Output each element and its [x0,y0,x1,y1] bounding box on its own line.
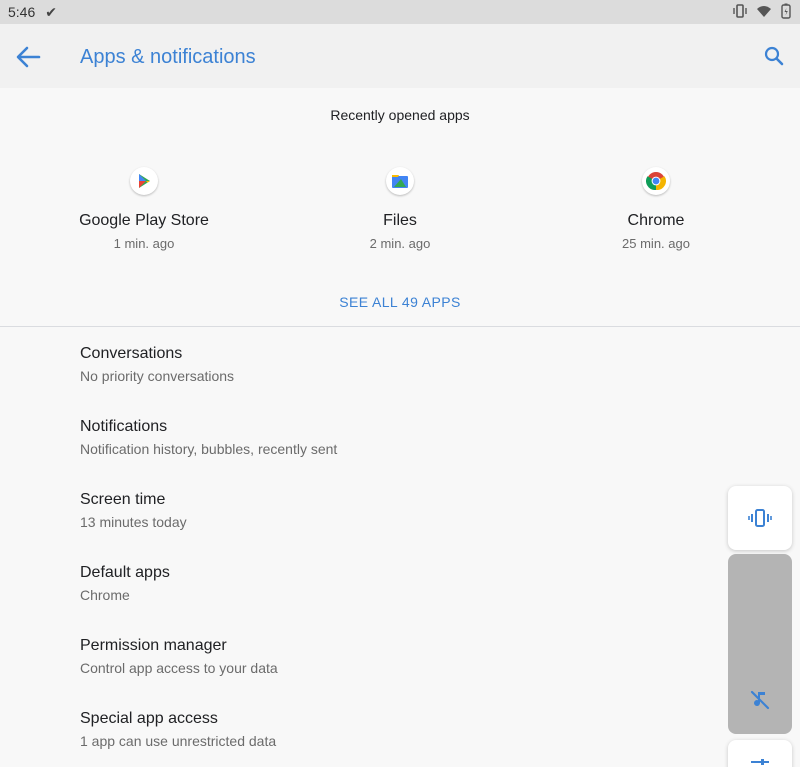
setting-conversations[interactable]: Conversations No priority conversations [80,345,680,384]
setting-summary: Notification history, bubbles, recently … [80,441,338,457]
setting-summary: 1 app can use unrestricted data [80,733,277,749]
ringer-mode-button[interactable] [728,486,792,550]
files-icon [386,167,414,195]
recent-app-play-store[interactable]: Google Play Store 1 min. ago [14,167,274,251]
recent-apps-header: Recently opened apps [330,107,470,123]
search-icon [764,46,784,66]
setting-summary: Control app access to your data [80,660,278,676]
wifi-icon [756,3,772,24]
recent-app-chrome[interactable]: Chrome 25 min. ago [526,167,786,251]
status-icons [732,3,792,24]
sliders-icon [751,759,769,765]
checkmark-icon: ✔ [45,3,57,20]
media-muted-icon [748,688,772,712]
page-title: Apps & notifications [80,46,256,68]
recent-app-files[interactable]: Files 2 min. ago [270,167,530,251]
app-name: Files [383,212,417,229]
back-arrow-icon [16,46,41,68]
setting-summary: 13 minutes today [80,514,187,530]
setting-title: Default apps [80,564,170,581]
setting-notifications[interactable]: Notifications Notification history, bubb… [80,418,680,457]
setting-title: Notifications [80,418,168,435]
app-bar: Apps & notifications [0,24,800,88]
setting-special-app-access[interactable]: Special app access 1 app can use unrestr… [80,710,680,749]
app-last-opened: 1 min. ago [113,236,175,251]
battery-icon [780,3,792,24]
app-name: Google Play Store [79,212,209,229]
search-button[interactable] [762,44,786,68]
vibrate-icon [732,3,748,24]
chrome-icon [642,167,670,195]
media-volume-slider[interactable] [728,554,792,734]
app-last-opened: 2 min. ago [369,236,431,251]
volume-settings-button[interactable] [728,740,792,767]
back-button[interactable] [14,43,42,71]
vibrate-icon [748,509,772,527]
setting-title: Special app access [80,710,218,727]
setting-title: Conversations [80,345,183,362]
setting-screen-time[interactable]: Screen time 13 minutes today [80,491,680,530]
setting-default-apps[interactable]: Default apps Chrome [80,564,680,603]
see-all-apps-button[interactable]: SEE ALL 49 APPS [0,294,800,310]
app-name: Chrome [627,212,685,229]
setting-permission-manager[interactable]: Permission manager Control app access to… [80,637,680,676]
setting-title: Permission manager [80,637,227,654]
setting-summary: Chrome [80,587,130,603]
divider [0,326,800,327]
app-last-opened: 25 min. ago [622,236,690,251]
play-store-icon [130,167,158,195]
status-time: 5:46 [8,4,36,20]
setting-title: Screen time [80,491,166,508]
status-bar: 5:46 ✔ [0,0,800,24]
setting-summary: No priority conversations [80,368,235,384]
